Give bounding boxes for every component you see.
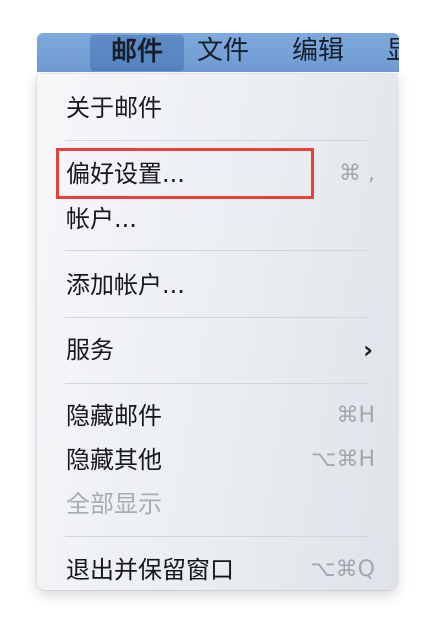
shortcut-label: ⌥⌘H xyxy=(311,447,375,472)
menu-item-show-all: 全部显示 xyxy=(66,484,375,524)
menubar-file[interactable]: 文件 xyxy=(197,33,249,72)
menu-item-label: 服务 xyxy=(66,336,114,364)
shortcut-label: ⌥⌘Q xyxy=(310,557,375,582)
separator xyxy=(65,383,369,384)
chevron-right-icon: › xyxy=(363,336,373,364)
menu-item-label: 帐户... xyxy=(66,205,137,233)
menu-item-label: 关于邮件 xyxy=(66,94,162,122)
separator xyxy=(65,250,369,251)
separator xyxy=(65,140,369,141)
shortcut-label: ⌘H xyxy=(336,403,375,428)
separator xyxy=(65,536,369,537)
menubar-view[interactable]: 显示 xyxy=(386,33,399,72)
menu-item-label: 全部显示 xyxy=(66,490,162,518)
menubar-mail[interactable]: 邮件 xyxy=(90,35,184,71)
separator xyxy=(65,317,369,318)
menu-item-hide-others[interactable]: 隐藏其他 ⌥⌘H xyxy=(66,440,375,480)
menu-bar: 邮件 文件 编辑 显示 xyxy=(37,33,399,72)
menu-item-about[interactable]: 关于邮件 xyxy=(66,88,375,128)
menu-item-quit-keep-windows[interactable]: 退出并保留窗口 ⌥⌘Q xyxy=(66,550,375,590)
shortcut-label: ⌘ , xyxy=(339,161,375,186)
menubar-edit[interactable]: 编辑 xyxy=(292,33,344,72)
menu-item-add-account[interactable]: 添加帐户... xyxy=(66,265,375,305)
menu-item-label: 隐藏邮件 xyxy=(66,402,162,430)
menu-item-label: 退出并保留窗口 xyxy=(66,556,234,584)
highlight-box xyxy=(56,148,314,199)
menu-item-services[interactable]: 服务 › xyxy=(66,330,375,370)
mail-dropdown-menu: 关于邮件 偏好设置... ⌘ , 帐户... 添加帐户... 服务 › 隐藏邮件… xyxy=(37,74,397,590)
menu-item-hide-mail[interactable]: 隐藏邮件 ⌘H xyxy=(66,396,375,436)
menu-item-label: 隐藏其他 xyxy=(66,446,162,474)
menu-item-accounts[interactable]: 帐户... xyxy=(66,199,375,239)
menu-item-label: 添加帐户... xyxy=(66,271,185,299)
